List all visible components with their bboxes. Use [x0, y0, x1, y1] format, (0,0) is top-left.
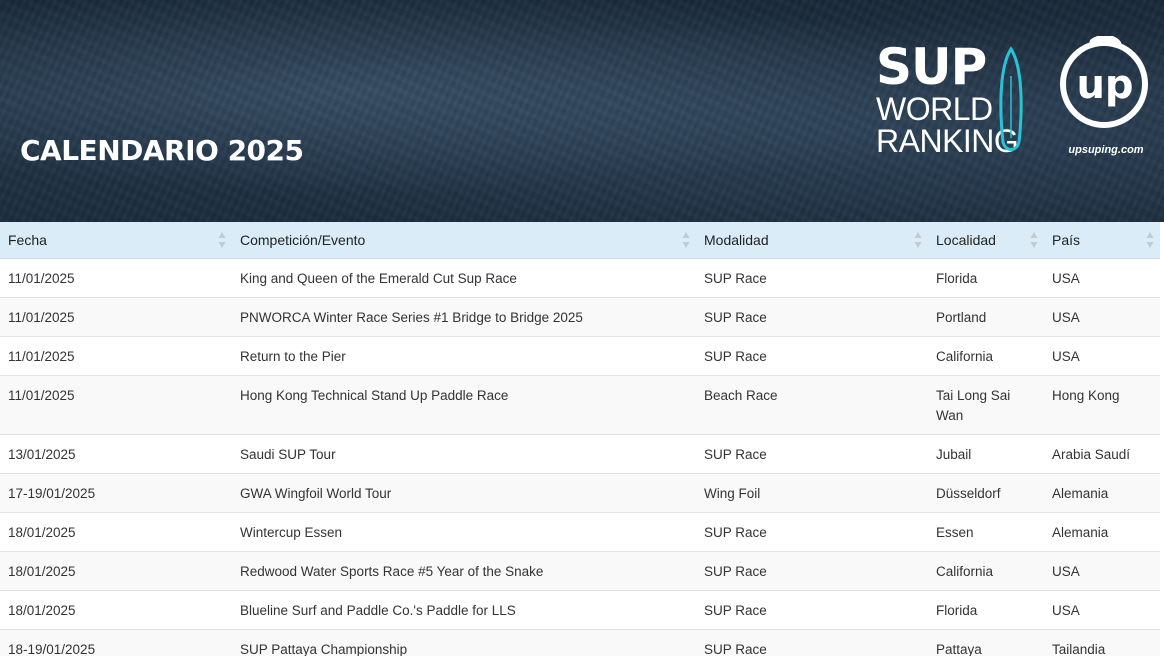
paddleboard-icon — [999, 46, 1023, 151]
cell-localidad: Florida — [928, 258, 1044, 298]
cell-evento: Hong Kong Technical Stand Up Paddle Race — [232, 375, 696, 435]
cell-evento: SUP Pattaya Championship — [232, 629, 696, 656]
cell-pais: Alemania — [1044, 512, 1160, 552]
cell-pais: Arabia Saudí — [1044, 434, 1160, 474]
column-header-evento[interactable]: Competición/Evento — [232, 222, 696, 259]
table-row: 18-19/01/2025 SUP Pattaya Championship S… — [0, 629, 1160, 656]
table-row: 18/01/2025 Redwood Water Sports Race #5 … — [0, 551, 1160, 591]
sort-icon — [914, 232, 922, 248]
cell-pais: USA — [1044, 258, 1160, 298]
cell-pais: Alemania — [1044, 473, 1160, 513]
cell-fecha: 18/01/2025 — [0, 512, 232, 552]
cell-fecha: 11/01/2025 — [0, 258, 232, 298]
sort-icon — [218, 232, 226, 248]
cell-fecha: 11/01/2025 — [0, 375, 232, 435]
cell-modalidad: SUP Race — [696, 297, 928, 337]
cell-fecha: 18/01/2025 — [0, 551, 232, 591]
cell-modalidad: SUP Race — [696, 512, 928, 552]
cell-evento: PNWORCA Winter Race Series #1 Bridge to … — [232, 297, 696, 337]
column-header-fecha[interactable]: Fecha — [0, 222, 232, 259]
cell-modalidad: Wing Foil — [696, 473, 928, 513]
up-logo-icon: up — [1060, 36, 1148, 128]
cell-modalidad: Beach Race — [696, 375, 928, 435]
cell-fecha: 17-19/01/2025 — [0, 473, 232, 513]
cell-evento: GWA Wingfoil World Tour — [232, 473, 696, 513]
sort-icon — [682, 232, 690, 248]
cell-evento: Wintercup Essen — [232, 512, 696, 552]
calendar-table: Fecha Competición/Evento Modalidad Local… — [0, 222, 1160, 656]
cell-fecha: 18/01/2025 — [0, 590, 232, 630]
calendar-table-container[interactable]: Fecha Competición/Evento Modalidad Local… — [0, 222, 1160, 656]
cell-fecha: 11/01/2025 — [0, 297, 232, 337]
column-header-localidad[interactable]: Localidad — [928, 222, 1044, 259]
table-row: 11/01/2025 PNWORCA Winter Race Series #1… — [0, 297, 1160, 337]
svg-text:up: up — [1076, 62, 1133, 108]
cell-modalidad: SUP Race — [696, 258, 928, 298]
cell-pais: USA — [1044, 590, 1160, 630]
header-banner: CALENDARIO 2025 SUP WORLD RANKING up ups… — [0, 0, 1164, 222]
cell-localidad: Portland — [928, 297, 1044, 337]
cell-fecha: 11/01/2025 — [0, 336, 232, 376]
table-row: 11/01/2025 Hong Kong Technical Stand Up … — [0, 375, 1160, 435]
site-url[interactable]: upsuping.com — [1054, 144, 1158, 156]
cell-evento: Redwood Water Sports Race #5 Year of the… — [232, 551, 696, 591]
upsuping-logo[interactable]: up upsuping.com — [1056, 34, 1156, 164]
cell-localidad: Florida — [928, 590, 1044, 630]
cell-evento: Blueline Surf and Paddle Co.'s Paddle fo… — [232, 590, 696, 630]
table-row: 18/01/2025 Wintercup Essen SUP Race Esse… — [0, 512, 1160, 552]
cell-modalidad: SUP Race — [696, 336, 928, 376]
cell-localidad: Düsseldorf — [928, 473, 1044, 513]
sort-icon — [1146, 232, 1154, 248]
cell-pais: USA — [1044, 297, 1160, 337]
table-row: 11/01/2025 Return to the Pier SUP Race C… — [0, 336, 1160, 376]
sort-icon — [1030, 232, 1038, 248]
sup-world-ranking-logo[interactable]: SUP WORLD RANKING — [874, 40, 1034, 160]
table-row: 13/01/2025 Saudi SUP Tour SUP Race Jubai… — [0, 434, 1160, 474]
table-row: 17-19/01/2025 GWA Wingfoil World Tour Wi… — [0, 473, 1160, 513]
cell-localidad: Jubail — [928, 434, 1044, 474]
cell-modalidad: SUP Race — [696, 434, 928, 474]
column-header-pais[interactable]: País — [1044, 222, 1160, 259]
cell-modalidad: SUP Race — [696, 590, 928, 630]
cell-modalidad: SUP Race — [696, 551, 928, 591]
table-row: 18/01/2025 Blueline Surf and Paddle Co.'… — [0, 590, 1160, 630]
cell-localidad: Pattaya — [928, 629, 1044, 656]
cell-localidad: California — [928, 551, 1044, 591]
cell-fecha: 13/01/2025 — [0, 434, 232, 474]
cell-evento: King and Queen of the Emerald Cut Sup Ra… — [232, 258, 696, 298]
cell-pais: Tailandia — [1044, 629, 1160, 656]
cell-fecha: 18-19/01/2025 — [0, 629, 232, 656]
cell-localidad: Essen — [928, 512, 1044, 552]
column-header-modalidad[interactable]: Modalidad — [696, 222, 928, 259]
cell-pais: USA — [1044, 336, 1160, 376]
cell-localidad: Tai Long Sai Wan — [928, 375, 1044, 435]
table-row: 11/01/2025 King and Queen of the Emerald… — [0, 258, 1160, 298]
page-title: CALENDARIO 2025 — [20, 134, 304, 167]
cell-pais: USA — [1044, 551, 1160, 591]
cell-pais: Hong Kong — [1044, 375, 1160, 435]
cell-modalidad: SUP Race — [696, 629, 928, 656]
table-header-row: Fecha Competición/Evento Modalidad Local… — [0, 222, 1160, 259]
cell-localidad: California — [928, 336, 1044, 376]
cell-evento: Saudi SUP Tour — [232, 434, 696, 474]
cell-evento: Return to the Pier — [232, 336, 696, 376]
